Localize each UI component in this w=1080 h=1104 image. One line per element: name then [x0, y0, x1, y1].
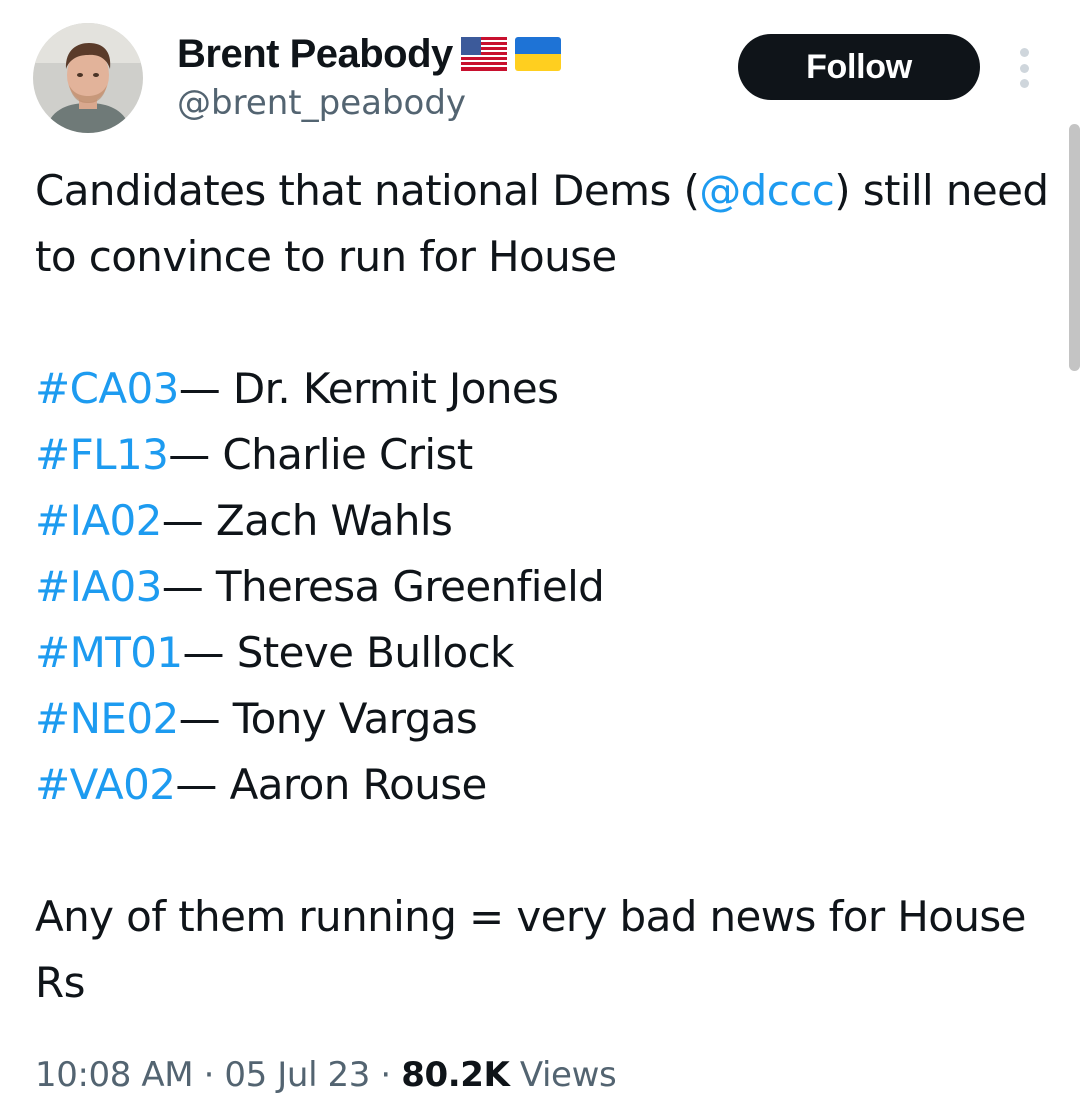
- author-handle[interactable]: @brent_peabody: [177, 80, 466, 126]
- more-vertical-icon[interactable]: [1010, 48, 1038, 88]
- ukraine-flag-icon: [514, 37, 561, 71]
- hashtag-link[interactable]: #FL13: [35, 430, 169, 479]
- candidate-name: Tony Vargas: [232, 694, 478, 743]
- hashtag-link[interactable]: #NE02: [35, 694, 179, 743]
- hashtag-link[interactable]: #IA03: [35, 562, 162, 611]
- more-dot: [1019, 63, 1029, 73]
- follow-button[interactable]: Follow: [738, 34, 980, 100]
- candidate-name: Charlie Crist: [222, 430, 473, 479]
- candidate-line: #IA02— Zach Wahls: [35, 496, 453, 545]
- candidate-name: Dr. Kermit Jones: [232, 364, 559, 413]
- candidate-line: #CA03— Dr. Kermit Jones: [35, 364, 559, 413]
- scrollbar-thumb[interactable]: [1069, 124, 1080, 371]
- candidate-line: #IA03— Theresa Greenfield: [35, 562, 605, 611]
- more-dot: [1019, 48, 1029, 57]
- author-avatar[interactable]: [33, 23, 143, 133]
- candidate-name: Theresa Greenfield: [215, 562, 605, 611]
- author-name-row: Brent Peabody: [177, 30, 561, 78]
- tweet-intro: Candidates that national Dems (@dccc) st…: [35, 166, 1049, 281]
- tweet-body: Candidates that national Dems (@dccc) st…: [35, 158, 1055, 1016]
- hashtag-link[interactable]: #IA02: [35, 496, 162, 545]
- candidate-name: Aaron Rouse: [229, 760, 488, 809]
- candidate-line: #VA02— Aaron Rouse: [35, 760, 488, 809]
- tweet-closing: Any of them running = very bad news for …: [35, 892, 1026, 1007]
- more-dot: [1019, 79, 1029, 88]
- views-count: 80.2K: [401, 1055, 510, 1095]
- candidate-line: #MT01— Steve Bullock: [35, 628, 515, 677]
- candidate-name: Steve Bullock: [236, 628, 515, 677]
- hashtag-link[interactable]: #VA02: [35, 760, 176, 809]
- tweet-time[interactable]: 10:08 AM: [35, 1055, 194, 1095]
- tweet-meta: 10:08 AM · 05 Jul 23 · 80.2K Views: [35, 1055, 617, 1095]
- tweet-date[interactable]: 05 Jul 23: [224, 1055, 370, 1095]
- us-flag-icon: [460, 37, 507, 71]
- mention-link[interactable]: @dccc: [699, 166, 835, 215]
- hashtag-link[interactable]: #MT01: [35, 628, 183, 677]
- candidate-line: #NE02— Tony Vargas: [35, 694, 478, 743]
- candidate-name: Zach Wahls: [215, 496, 453, 545]
- hashtag-link[interactable]: #CA03: [35, 364, 179, 413]
- candidate-line: #FL13— Charlie Crist: [35, 430, 473, 479]
- author-display-name[interactable]: Brent Peabody: [177, 30, 453, 78]
- views-label: Views: [509, 1055, 617, 1095]
